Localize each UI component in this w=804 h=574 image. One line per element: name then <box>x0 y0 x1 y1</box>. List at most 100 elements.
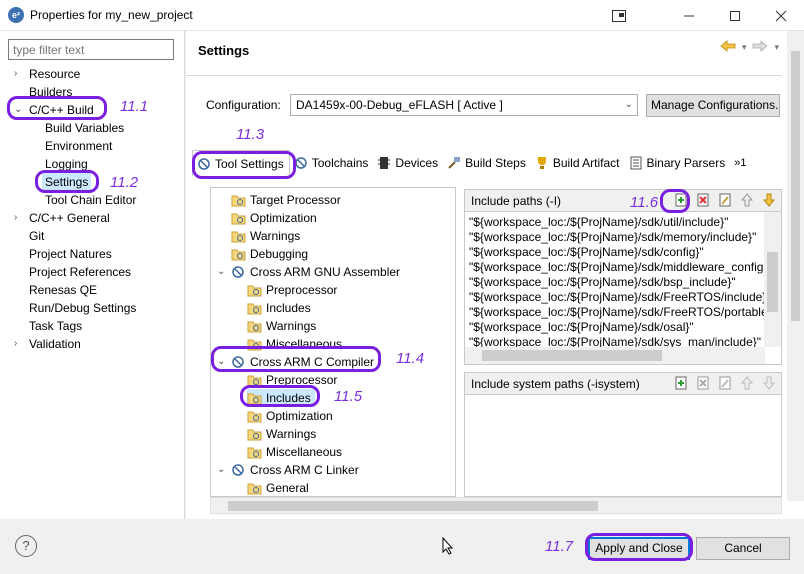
list-item[interactable]: "${workspace_loc:/${ProjName}/sdk/sys_ma… <box>469 335 761 347</box>
scrollbar-thumb[interactable] <box>791 51 800 321</box>
chevron-right-icon[interactable]: › <box>14 335 24 353</box>
tree-item[interactable]: Optimization <box>247 407 333 425</box>
page-title: Settings <box>198 43 250 58</box>
list-item[interactable]: "${workspace_loc:/${ProjName}/sdk/middle… <box>469 260 763 275</box>
tree-item[interactable]: Optimization <box>231 209 317 227</box>
tree-item[interactable]: Debugging <box>231 245 308 263</box>
annotation-11-2: 11.2 <box>110 174 139 191</box>
chevron-right-icon[interactable]: › <box>14 209 24 227</box>
settings-folder-icon <box>247 429 262 441</box>
manage-configurations-button[interactable]: Manage Configurations... <box>646 94 780 117</box>
filter-input[interactable] <box>8 39 174 60</box>
tree-item[interactable]: Warnings <box>247 317 316 335</box>
system-paths-title: Include system paths (-isystem) <box>471 377 640 391</box>
list-item[interactable]: "${workspace_loc:/${ProjName}/sdk/FreeRT… <box>469 290 765 305</box>
help-icon[interactable]: ? <box>15 535 37 557</box>
close-icon[interactable] <box>758 0 804 31</box>
tree-item[interactable]: Warnings <box>247 425 316 443</box>
nav-item-validation[interactable]: Validation <box>29 335 81 353</box>
tab-build-steps[interactable]: Build Steps <box>443 150 531 176</box>
list-item[interactable]: "${workspace_loc:/${ProjName}/sdk/FreeRT… <box>469 305 765 320</box>
include-paths-panel: Include paths (-I) "${workspace_loc:/${P… <box>464 189 782 365</box>
scrollbar-thumb[interactable] <box>482 350 662 361</box>
tree-item[interactable]: Includes <box>247 299 311 317</box>
list-item[interactable]: "${workspace_loc:/${ProjName}/sdk/bsp_in… <box>469 275 736 290</box>
binary-file-icon <box>630 156 642 170</box>
tree-item[interactable]: ⌄ Cross ARM C Linker <box>217 461 359 479</box>
settings-folder-icon <box>231 195 246 207</box>
vertical-scrollbar[interactable] <box>764 212 781 347</box>
nav-item-renesas-qe[interactable]: Renesas QE <box>29 281 97 299</box>
list-item[interactable]: "${workspace_loc:/${ProjName}/sdk/osal}" <box>469 320 694 335</box>
annotation-11-5: 11.5 <box>334 388 363 405</box>
tree-item[interactable]: ⌄ Cross ARM GNU Assembler <box>217 263 400 281</box>
tab-build-artifact[interactable]: Build Artifact <box>531 150 625 176</box>
window-layout-icon[interactable] <box>596 0 642 31</box>
tree-item[interactable]: Miscellaneous <box>247 443 342 461</box>
move-down-icon[interactable] <box>761 375 777 391</box>
nav-item-task-tags[interactable]: Task Tags <box>29 317 82 335</box>
nav-item-tool-chain-editor[interactable]: Tool Chain Editor <box>45 191 136 209</box>
include-paths-list[interactable]: "${workspace_loc:/${ProjName}/sdk/util/i… <box>465 212 765 347</box>
maximize-icon[interactable] <box>712 0 758 31</box>
nav-item-resource[interactable]: Resource <box>29 65 80 83</box>
chevron-down-icon[interactable]: ⌄ <box>217 263 227 281</box>
highlight-cross-arm-c-compiler <box>211 346 381 372</box>
tab-overflow[interactable]: »1 <box>730 150 751 176</box>
highlight-tool-settings <box>192 151 296 179</box>
settings-folder-icon <box>247 483 262 495</box>
tree-item[interactable]: Preprocessor <box>247 281 337 299</box>
tab-toolchains[interactable]: Toolchains <box>290 150 374 176</box>
tree-item[interactable]: Warnings <box>231 227 300 245</box>
scrollbar-thumb[interactable] <box>228 501 598 511</box>
tree-item[interactable]: General <box>247 479 309 496</box>
nav-item-project-natures[interactable]: Project Natures <box>29 245 112 263</box>
horizontal-scrollbar[interactable] <box>210 497 782 514</box>
chevron-right-icon[interactable]: › <box>14 65 24 83</box>
nav-item-run-debug-settings[interactable]: Run/Debug Settings <box>29 299 136 317</box>
delete-path-icon[interactable] <box>695 192 711 208</box>
horizontal-scrollbar[interactable] <box>465 347 765 364</box>
list-item[interactable]: "${workspace_loc:/${ProjName}/sdk/memory… <box>469 230 756 245</box>
nav-item-project-references[interactable]: Project References <box>29 263 131 281</box>
tab-binary-parsers[interactable]: Binary Parsers <box>625 150 731 176</box>
eclipse-e2-icon: e² <box>8 7 24 23</box>
move-down-icon[interactable] <box>761 192 777 208</box>
configuration-value: DA1459x-00-Debug_eFLASH [ Active ] <box>296 98 503 112</box>
system-paths-panel: Include system paths (-isystem) <box>464 372 782 497</box>
nav-item-environment[interactable]: Environment <box>45 137 112 155</box>
history-nav: ▾ ▾ ⋮ <box>720 40 794 55</box>
edit-path-icon[interactable] <box>717 375 733 391</box>
forward-dropdown-icon[interactable]: ▾ <box>774 42 779 53</box>
scrollbar-thumb[interactable] <box>767 252 778 312</box>
delete-path-icon[interactable] <box>695 375 711 391</box>
tab-devices[interactable]: Devices <box>373 150 443 176</box>
build-steps-icon <box>448 157 461 169</box>
tree-item[interactable]: Target Processor <box>231 191 341 209</box>
include-paths-title: Include paths (-I) <box>471 194 562 208</box>
back-arrow-icon[interactable] <box>720 40 736 55</box>
settings-folder-icon <box>247 285 262 297</box>
cancel-button[interactable]: Cancel <box>696 537 790 560</box>
configuration-label: Configuration: <box>206 98 281 112</box>
edit-path-icon[interactable] <box>717 192 733 208</box>
vertical-scrollbar[interactable] <box>787 31 804 501</box>
annotation-11-4: 11.4 <box>396 350 425 367</box>
minimize-icon[interactable] <box>666 0 712 31</box>
back-dropdown-icon[interactable]: ▾ <box>742 42 747 53</box>
settings-folder-icon <box>247 303 262 315</box>
add-path-icon[interactable] <box>673 375 689 391</box>
chevron-down-icon[interactable]: ⌄ <box>217 461 227 479</box>
list-item[interactable]: "${workspace_loc:/${ProjName}/sdk/util/i… <box>469 215 728 230</box>
move-up-icon[interactable] <box>739 192 755 208</box>
highlight-includes <box>240 385 320 407</box>
chevron-down-icon: ⌄ <box>624 99 633 110</box>
settings-folder-icon <box>247 411 262 423</box>
nav-item-git[interactable]: Git <box>29 227 44 245</box>
configuration-select[interactable]: DA1459x-00-Debug_eFLASH [ Active ] ⌄ <box>290 94 638 116</box>
nav-item-cc-general[interactable]: C/C++ General <box>29 209 110 227</box>
nav-item-build-variables[interactable]: Build Variables <box>45 119 124 137</box>
forward-arrow-icon[interactable] <box>752 40 769 55</box>
move-up-icon[interactable] <box>739 375 755 391</box>
list-item[interactable]: "${workspace_loc:/${ProjName}/sdk/config… <box>469 245 704 260</box>
